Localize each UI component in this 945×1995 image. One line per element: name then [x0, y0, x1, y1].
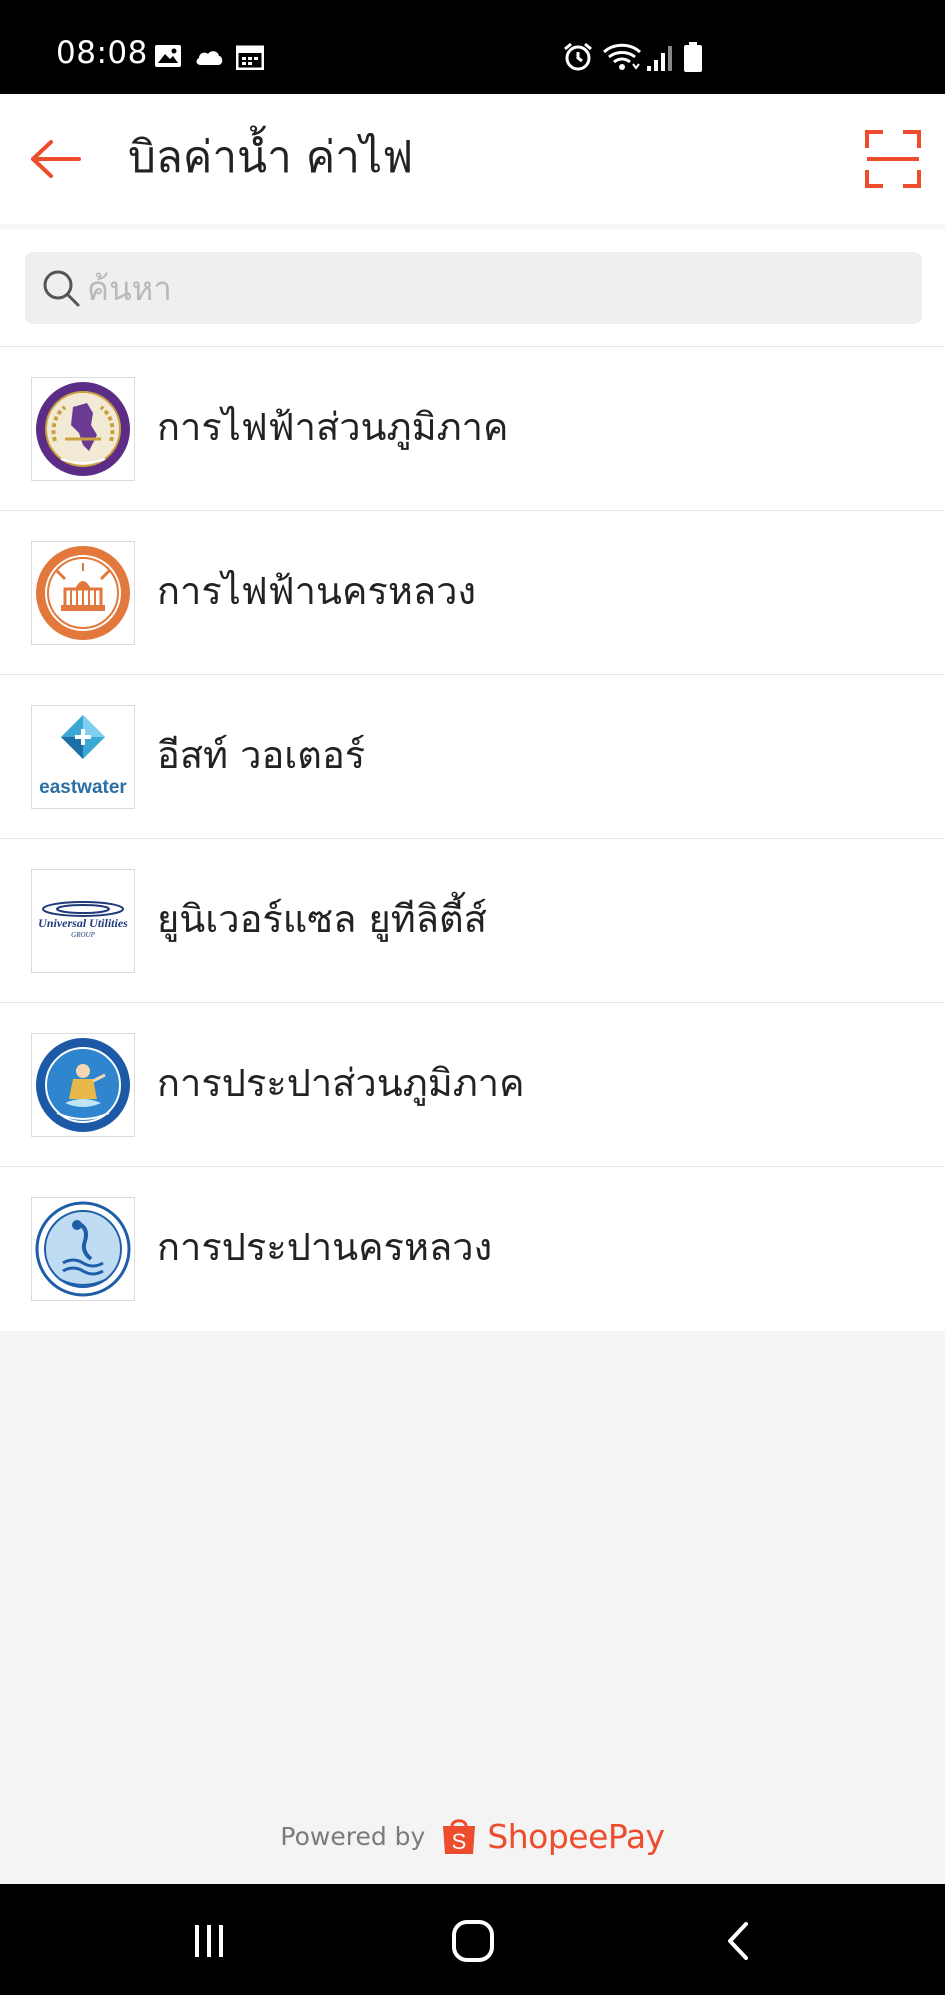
recent-apps-icon [195, 1925, 223, 1957]
pwa-logo-icon [36, 1038, 130, 1132]
system-back-button[interactable] [702, 1906, 772, 1976]
status-bar: 08:08 [0, 0, 945, 94]
alarm-icon [564, 42, 592, 71]
shopee-bag-icon: S [443, 1819, 476, 1854]
shopeepay-brand: ShopeePay [487, 1816, 665, 1856]
back-button[interactable] [22, 126, 88, 192]
wifi-icon [602, 43, 642, 70]
back-icon [728, 1922, 748, 1960]
biller-name: การไฟฟ้าส่วนภูมิภาค [157, 405, 509, 449]
pwa-logo [31, 1033, 135, 1137]
image-icon [155, 45, 181, 67]
mwa-logo [31, 1197, 135, 1301]
arrow-left-icon [31, 140, 81, 178]
universal-utilities-logo: Universal Utilities GROUP [31, 869, 135, 973]
universal-utilities-logo-subtext: GROUP [71, 931, 95, 939]
pea-logo-icon [36, 382, 130, 476]
universal-utilities-logo-text: Universal Utilities [38, 916, 128, 930]
signal-icon [647, 46, 672, 71]
list-item-mea[interactable]: การไฟฟ้านครหลวง [0, 511, 945, 675]
biller-list: การไฟฟ้าส่วนภูมิภาค การไฟฟ้านครหลวง east… [0, 346, 945, 1331]
recent-apps-button[interactable] [174, 1906, 244, 1976]
list-item-pea[interactable]: การไฟฟ้าส่วนภูมิภาค [0, 347, 945, 511]
search-section [0, 224, 945, 346]
biller-name: การประปานครหลวง [157, 1225, 493, 1269]
search-box[interactable] [25, 252, 922, 324]
scan-button[interactable] [858, 124, 928, 194]
powered-by-text: Powered by [280, 1821, 426, 1851]
biller-name: การประปาส่วนภูมิภาค [157, 1061, 525, 1105]
list-item-mwa[interactable]: การประปานครหลวง [0, 1167, 945, 1331]
mea-logo-icon [36, 546, 130, 640]
eastwater-logo-icon: eastwater [39, 715, 127, 798]
list-item-universal-utilities[interactable]: Universal Utilities GROUP ยูนิเวอร์แซล ย… [0, 839, 945, 1003]
biller-name: ยูนิเวอร์แซล ยูทีลิตี้ส์ [157, 897, 487, 941]
eastwater-logo-text: eastwater [39, 777, 127, 798]
app-bar: บิลค่าน้ำ ค่าไฟ [0, 94, 945, 224]
scan-frame-icon [865, 130, 921, 188]
battery-icon [684, 42, 702, 72]
page-title: บิลค่าน้ำ ค่าไฟ [128, 132, 414, 183]
search-icon [43, 270, 80, 307]
list-item-pwa[interactable]: การประปาส่วนภูมิภาค [0, 1003, 945, 1167]
home-icon [452, 1920, 494, 1962]
biller-name: การไฟฟ้านครหลวง [157, 569, 477, 613]
system-nav-bar [0, 1884, 945, 1995]
status-time: 08:08 [56, 35, 148, 71]
list-item-eastwater[interactable]: eastwater อีสท์ วอเตอร์ [0, 675, 945, 839]
svg-text:S: S [452, 1829, 467, 1854]
biller-name: อีสท์ วอเตอร์ [157, 733, 366, 777]
mea-logo [31, 541, 135, 645]
eastwater-logo: eastwater [31, 705, 135, 809]
powered-by-footer: Powered by S ShopeePay [0, 1812, 945, 1860]
cloud-icon [196, 51, 223, 65]
calendar-icon [236, 45, 264, 70]
mwa-logo-icon [35, 1201, 131, 1297]
pea-logo [31, 377, 135, 481]
search-input[interactable] [87, 252, 907, 324]
universal-utilities-logo-icon: Universal Utilities GROUP [38, 901, 128, 939]
home-button[interactable] [438, 1906, 508, 1976]
